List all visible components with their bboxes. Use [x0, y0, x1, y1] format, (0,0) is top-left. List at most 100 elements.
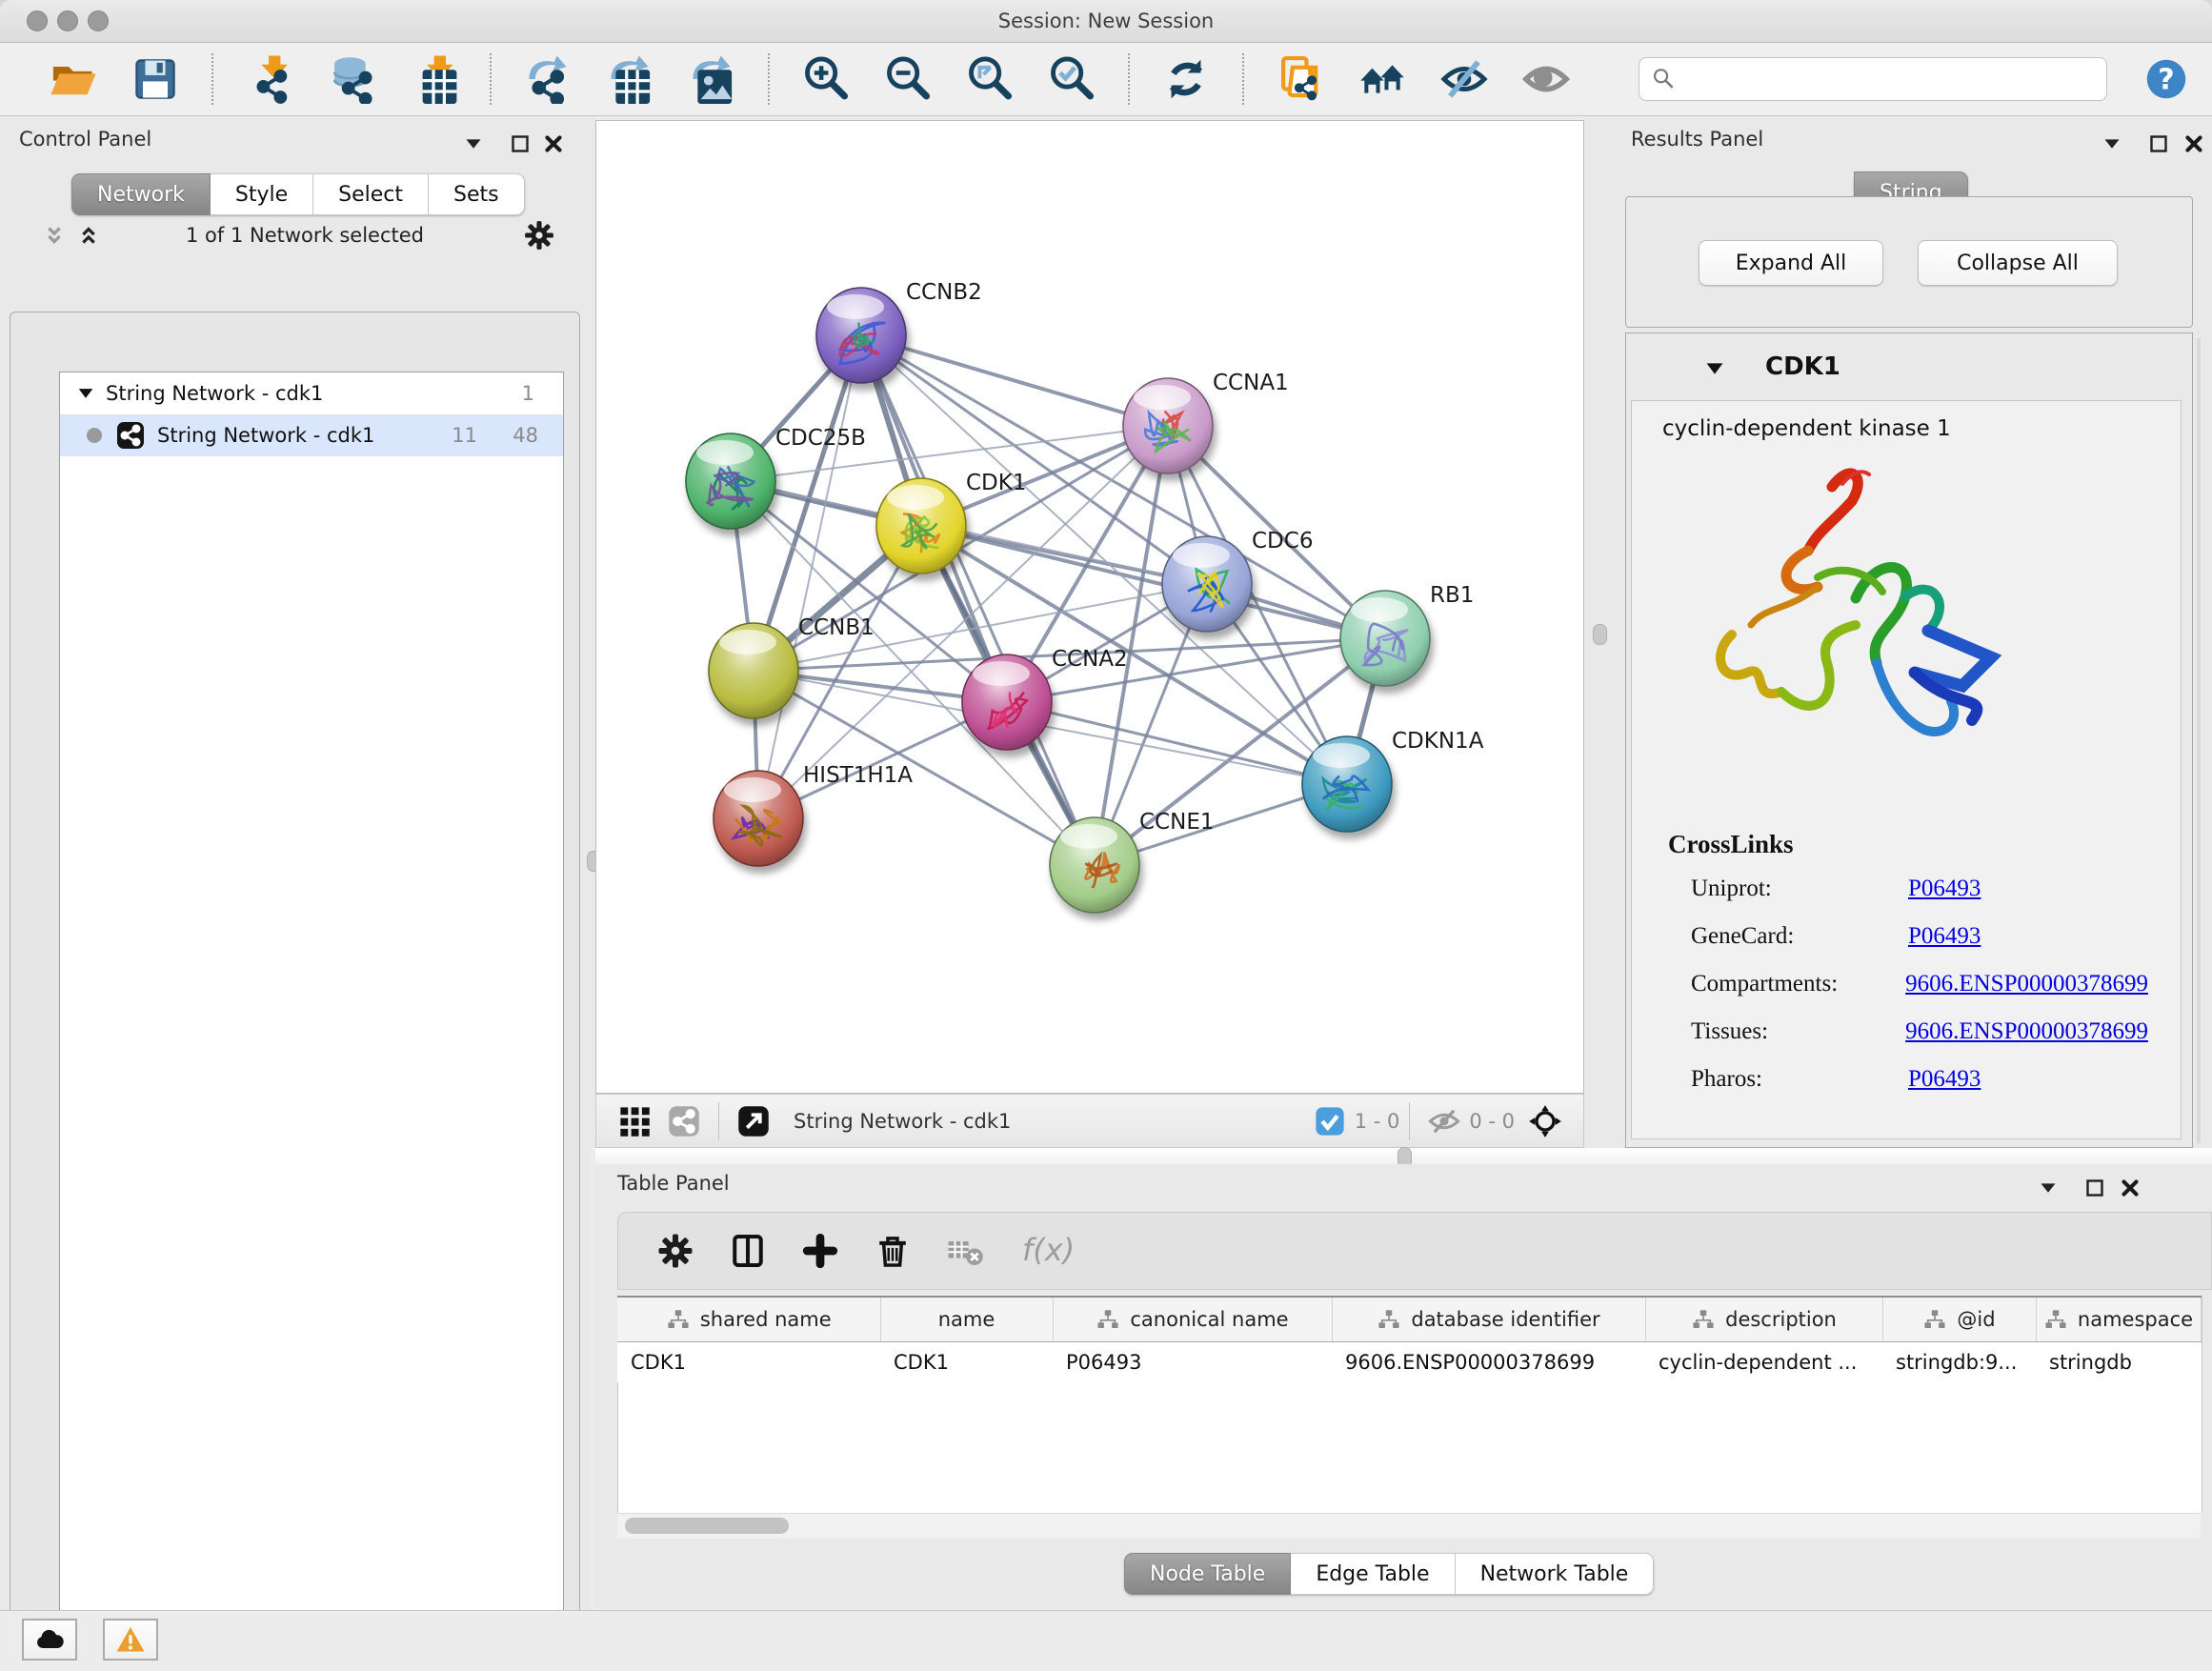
- entry-collapse-icon[interactable]: [1700, 354, 1729, 383]
- import-network-from-file-button[interactable]: [241, 50, 298, 108]
- table-cell[interactable]: stringdb:9...: [1882, 1342, 2036, 1383]
- zoom-out-button[interactable]: [879, 50, 936, 108]
- column-header-shared-name[interactable]: shared name: [617, 1297, 880, 1342]
- network-node-ccne1[interactable]: CCNE1: [1050, 810, 1215, 913]
- tab-network[interactable]: Network: [71, 173, 211, 215]
- collapse-all-networks-icon[interactable]: [40, 222, 69, 251]
- zoom-selected-button[interactable]: [1043, 50, 1100, 108]
- node-table[interactable]: shared namenamecanonical namedatabase id…: [617, 1296, 2202, 1382]
- import-table-from-file-button[interactable]: [405, 50, 462, 108]
- right-splitter-handle[interactable]: [1593, 624, 1607, 645]
- network-node-hist1h1a[interactable]: HIST1H1A: [714, 763, 913, 866]
- tab-select[interactable]: Select: [313, 173, 429, 215]
- network-node-cdc25b[interactable]: CDC25B: [686, 426, 866, 529]
- crosshair-icon[interactable]: [1528, 1104, 1562, 1138]
- apply-layout-button[interactable]: [1157, 50, 1215, 108]
- network-collection-row[interactable]: String Network - cdk1 1: [60, 372, 563, 414]
- control-panel-tabs: NetworkStyleSelectSets: [71, 173, 525, 215]
- delete-table-icon[interactable]: [946, 1232, 984, 1270]
- table-cell[interactable]: 9606.ENSP00000378699: [1332, 1342, 1645, 1383]
- table-cell[interactable]: stringdb: [2036, 1342, 2201, 1383]
- warnings-button[interactable]: [103, 1619, 158, 1661]
- network-edge[interactable]: [921, 526, 1385, 638]
- table-cell[interactable]: cyclin-dependent ...: [1645, 1342, 1882, 1383]
- network-edge[interactable]: [861, 335, 1168, 426]
- network-options-gear-icon[interactable]: [523, 219, 555, 252]
- collapse-all-button[interactable]: Collapse All: [1918, 240, 2118, 286]
- show-columns-icon[interactable]: [729, 1232, 767, 1270]
- open-session-button[interactable]: [45, 50, 102, 108]
- network-share-icon[interactable]: [667, 1104, 701, 1138]
- results-scrollbar-track[interactable]: [2197, 338, 2201, 1143]
- import-network-from-database-button[interactable]: [323, 50, 380, 108]
- help-button[interactable]: ?: [2143, 56, 2189, 102]
- network-canvas[interactable]: CCNB2 CCNA1 CDC25B CDK1 CDC6 RB1 CCNB1 C…: [595, 120, 1584, 1094]
- table-cell[interactable]: P06493: [1053, 1342, 1332, 1383]
- crosslink-value-link[interactable]: P06493: [1908, 1066, 1981, 1093]
- function-builder-icon[interactable]: f(x): [1018, 1232, 1081, 1270]
- column-header-namespace[interactable]: namespace: [2036, 1297, 2201, 1342]
- panel-close-icon[interactable]: [2116, 1174, 2144, 1202]
- network-row[interactable]: String Network - cdk1 11 48: [60, 414, 563, 456]
- hide-selection-button[interactable]: [1436, 50, 1493, 108]
- selected-checkbox-icon[interactable]: [1313, 1104, 1347, 1138]
- network-node-rb1[interactable]: RB1: [1340, 583, 1474, 686]
- panel-menu-icon[interactable]: [459, 130, 488, 158]
- network-node-ccnb2[interactable]: CCNB2: [816, 280, 982, 383]
- delete-column-icon[interactable]: [874, 1232, 912, 1270]
- table-cell[interactable]: CDK1: [617, 1342, 880, 1383]
- fit-content-button[interactable]: [961, 50, 1018, 108]
- network-node-cdkn1a[interactable]: CDKN1A: [1302, 729, 1484, 832]
- panel-float-icon[interactable]: [2081, 1174, 2109, 1202]
- panel-float-icon[interactable]: [2144, 130, 2173, 158]
- table-cell[interactable]: CDK1: [880, 1342, 1053, 1383]
- network-edge[interactable]: [758, 335, 861, 818]
- panel-menu-icon[interactable]: [2034, 1174, 2062, 1202]
- new-network-from-selection-button[interactable]: [1272, 50, 1329, 108]
- hidden-eye-icon[interactable]: [1427, 1104, 1461, 1138]
- panel-float-icon[interactable]: [506, 130, 534, 158]
- network-edge[interactable]: [1007, 702, 1347, 784]
- tab-edge-table[interactable]: Edge Table: [1291, 1553, 1455, 1595]
- crosslink-value-link[interactable]: P06493: [1908, 876, 1981, 902]
- column-header-canonical-name[interactable]: canonical name: [1053, 1297, 1332, 1342]
- crosslink-value-link[interactable]: 9606.ENSP00000378699: [1905, 1018, 2148, 1045]
- table-options-gear-icon[interactable]: [656, 1232, 694, 1270]
- column-header-database-identifier[interactable]: database identifier: [1332, 1297, 1645, 1342]
- panel-close-icon[interactable]: [539, 130, 568, 158]
- export-table-button[interactable]: [601, 50, 658, 108]
- column-header-description[interactable]: description: [1645, 1297, 1882, 1342]
- first-neighbors-button[interactable]: [1354, 50, 1411, 108]
- crosslink-value-link[interactable]: P06493: [1908, 923, 1981, 950]
- network-node-ccna1[interactable]: CCNA1: [1123, 371, 1289, 473]
- export-image-button[interactable]: [683, 50, 740, 108]
- expand-all-button[interactable]: Expand All: [1699, 240, 1883, 286]
- tab-node-table[interactable]: Node Table: [1124, 1553, 1291, 1595]
- table-toolbar: f(x): [617, 1212, 2212, 1290]
- save-session-button[interactable]: [127, 50, 184, 108]
- birdseye-grid-icon[interactable]: [617, 1104, 652, 1138]
- tab-sets[interactable]: Sets: [429, 173, 525, 215]
- search-input[interactable]: [1683, 67, 2095, 91]
- create-column-icon[interactable]: [801, 1232, 839, 1270]
- panel-close-icon[interactable]: [2180, 130, 2208, 158]
- table-row[interactable]: CDK1CDK1P064939606.ENSP00000378699cyclin…: [617, 1342, 2201, 1383]
- scrollbar-thumb[interactable]: [625, 1518, 789, 1534]
- zoom-in-button[interactable]: [797, 50, 855, 108]
- export-network-button[interactable]: [519, 50, 576, 108]
- expand-all-networks-icon[interactable]: [74, 222, 103, 251]
- tab-network-table[interactable]: Network Table: [1456, 1553, 1655, 1595]
- cloud-status-button[interactable]: [22, 1619, 77, 1661]
- crosslink-value-link[interactable]: 9606.ENSP00000378699: [1905, 971, 2148, 997]
- column-header-id[interactable]: @id: [1882, 1297, 2036, 1342]
- network-node-ccna2[interactable]: CCNA2: [962, 647, 1128, 750]
- open-in-window-icon[interactable]: [736, 1104, 771, 1138]
- crosslinks-rows: Uniprot:P06493GeneCard:P06493Compartment…: [1691, 876, 2148, 1114]
- show-all-button[interactable]: [1518, 50, 1575, 108]
- tab-style[interactable]: Style: [211, 173, 313, 215]
- table-horizontal-scrollbar[interactable]: [617, 1513, 2201, 1539]
- panel-menu-icon[interactable]: [2098, 130, 2126, 158]
- collection-expander-icon[interactable]: [73, 381, 98, 406]
- column-header-name[interactable]: name: [880, 1297, 1053, 1342]
- search-box[interactable]: [1639, 57, 2107, 101]
